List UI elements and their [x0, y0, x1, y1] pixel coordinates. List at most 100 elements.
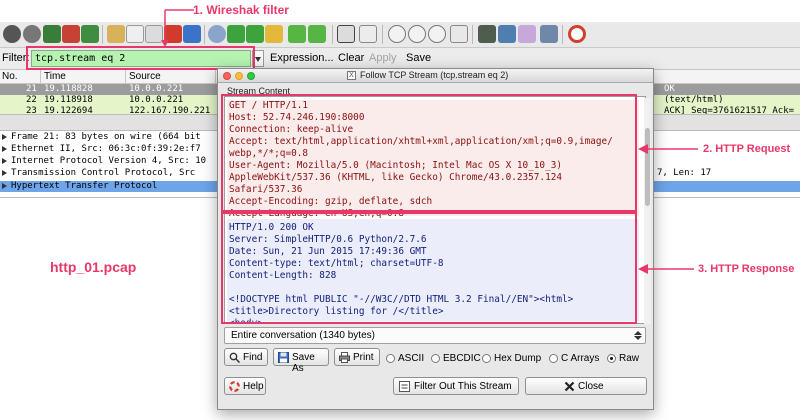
display-filters-icon[interactable]	[498, 25, 516, 43]
stream-scrollbar[interactable]	[644, 98, 651, 324]
coloring-rules-icon[interactable]	[518, 25, 536, 43]
save-as-button-label: Save As	[292, 352, 315, 374]
request-highlight-box	[221, 94, 637, 212]
resize-columns-icon[interactable]	[450, 25, 468, 43]
close-button[interactable]: Close	[525, 377, 647, 395]
x11-app-icon: X	[347, 71, 356, 80]
open-file-icon[interactable]	[107, 25, 125, 43]
go-first-icon[interactable]	[288, 25, 306, 43]
clear-button[interactable]: Clear	[338, 52, 364, 64]
filter-highlight-box	[26, 46, 255, 70]
detail-text: Hypertext Transfer Protocol	[11, 181, 158, 191]
column-divider	[125, 70, 126, 84]
packet-info: OK	[664, 84, 675, 94]
find-packet-icon[interactable]	[208, 25, 226, 43]
auto-scroll-icon[interactable]	[359, 25, 377, 43]
options-icon[interactable]	[23, 25, 41, 43]
filter-annotation-arrow	[161, 9, 194, 47]
dialog-titlebar[interactable]: X Follow TCP Stream (tcp.stream eq 2)	[218, 69, 653, 83]
conversation-select-value: Entire conversation (1340 bytes)	[231, 330, 375, 341]
lifebuoy-icon	[229, 381, 240, 392]
expand-triangle-icon[interactable]	[2, 183, 7, 189]
detail-text: Transmission Control Protocol, Src	[11, 168, 196, 178]
start-capture-icon[interactable]	[43, 25, 61, 43]
packet-no: 22	[26, 95, 37, 105]
file-icon[interactable]	[126, 25, 144, 43]
toolbar-separator	[102, 25, 103, 44]
zoom-out-icon[interactable]	[408, 25, 426, 43]
packet-time: 19.118828	[44, 84, 93, 94]
print-button[interactable]: Print	[334, 348, 380, 366]
go-last-icon[interactable]	[308, 25, 326, 43]
toolbar-separator	[332, 25, 333, 44]
help-button-label: Help	[243, 381, 264, 392]
preferences-icon[interactable]	[540, 25, 558, 43]
go-to-packet-icon[interactable]	[265, 25, 283, 43]
floppy-disk-icon	[278, 352, 289, 363]
magnifier-icon	[229, 352, 240, 363]
packet-no: 21	[26, 84, 37, 94]
help-button[interactable]: Help	[224, 377, 266, 395]
colorize-icon[interactable]	[337, 25, 355, 43]
filter-out-stream-button[interactable]: Filter Out This Stream	[393, 377, 519, 395]
expression-button[interactable]: Expression...	[270, 52, 334, 64]
close-button-label: Close	[578, 381, 604, 392]
stop-capture-icon[interactable]	[62, 25, 80, 43]
main-toolbar	[0, 22, 800, 48]
zoom-in-icon[interactable]	[388, 25, 406, 43]
scrollbar-thumb[interactable]	[645, 128, 650, 206]
chevron-updown-icon	[634, 331, 642, 340]
column-header-no[interactable]: No.	[2, 71, 18, 82]
column-divider	[215, 70, 216, 84]
radio-button-selected-icon[interactable]	[607, 354, 616, 363]
minimize-window-icon[interactable]	[235, 72, 243, 80]
expand-triangle-icon[interactable]	[2, 170, 7, 176]
capture-filters-icon[interactable]	[478, 25, 496, 43]
request-annotation: 2. HTTP Request	[703, 143, 791, 155]
go-forward-icon[interactable]	[246, 25, 264, 43]
expand-triangle-icon[interactable]	[2, 146, 7, 152]
pcap-name-label: http_01.pcap	[50, 259, 137, 275]
radio-button-icon[interactable]	[431, 354, 440, 363]
packet-time: 19.118918	[44, 95, 93, 105]
column-header-time[interactable]: Time	[44, 71, 66, 82]
packet-time: 19.122694	[44, 106, 93, 114]
find-button-label: Find	[243, 352, 263, 363]
toolbar-separator	[204, 25, 205, 44]
filter-annotation: 1. Wireshak filter	[193, 3, 289, 17]
format-radio-label: Hex Dump	[494, 353, 542, 364]
format-radio-label: C Arrays	[561, 353, 600, 364]
help-icon[interactable]	[568, 25, 586, 43]
expand-triangle-icon[interactable]	[2, 158, 7, 164]
find-button[interactable]: Find	[224, 348, 268, 366]
go-back-icon[interactable]	[227, 25, 245, 43]
radio-button-icon[interactable]	[482, 354, 491, 363]
request-annotation-arrow	[638, 144, 698, 154]
format-radio-label: Raw	[619, 353, 640, 364]
save-filter-button[interactable]: Save	[406, 52, 431, 64]
format-radio-label: EBCDIC	[443, 353, 481, 364]
restart-capture-icon[interactable]	[81, 25, 99, 43]
conversation-select[interactable]: Entire conversation (1340 bytes)	[224, 327, 646, 344]
zoom-window-icon[interactable]	[247, 72, 255, 80]
column-header-source[interactable]: Source	[129, 71, 161, 82]
radio-button-icon[interactable]	[386, 354, 395, 363]
close-window-icon[interactable]	[223, 72, 231, 80]
zoom-normal-icon[interactable]	[428, 25, 446, 43]
interfaces-icon[interactable]	[3, 25, 21, 43]
dialog-title: Follow TCP Stream (tcp.stream eq 2)	[360, 70, 509, 80]
toolbar-separator	[472, 25, 473, 44]
response-annotation: 3. HTTP Response	[698, 263, 795, 275]
expand-triangle-icon[interactable]	[2, 134, 7, 140]
save-as-button[interactable]: Save As	[273, 348, 329, 374]
apply-button[interactable]: Apply	[369, 52, 397, 64]
toolbar-separator	[562, 25, 563, 44]
column-divider	[40, 70, 41, 84]
packet-info: (text/html)	[664, 95, 724, 105]
detail-text-right: 7, Len: 17	[657, 168, 712, 178]
print-button-label: Print	[353, 352, 374, 363]
toolbar-separator	[382, 25, 383, 44]
format-radio-label: ASCII	[398, 353, 425, 364]
printer-icon	[339, 352, 350, 363]
radio-button-icon[interactable]	[549, 354, 558, 363]
